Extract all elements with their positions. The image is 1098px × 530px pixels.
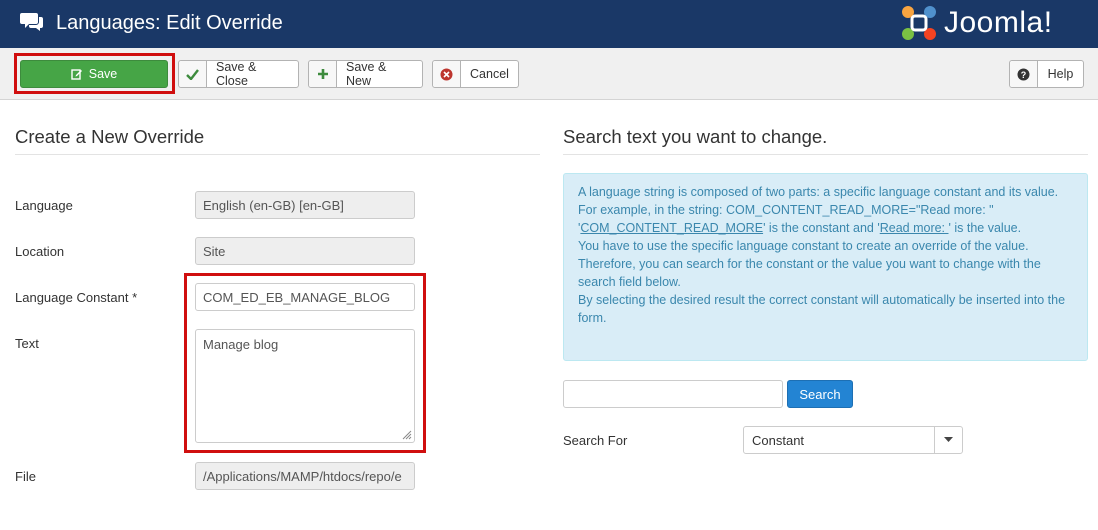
info-alert: A language string is composed of two par… [563, 173, 1088, 361]
cancel-icon [433, 61, 461, 87]
caret-down-icon[interactable] [934, 427, 962, 453]
file-label: File [15, 469, 36, 484]
form-heading-divider [15, 154, 540, 155]
search-for-label: Search For [563, 433, 628, 448]
text-textarea[interactable]: Manage blog [195, 329, 415, 443]
info-line-3: 'COM_CONTENT_READ_MORE' is the constant … [578, 221, 1022, 235]
joomla-logo: Joomla! [900, 3, 1053, 43]
info-line-4: You have to use the specific language co… [578, 239, 1029, 253]
save-close-button[interactable]: Save & Close [178, 60, 299, 88]
save-button[interactable]: Save [20, 60, 168, 88]
search-button[interactable]: Search [787, 380, 853, 408]
text-label: Text [15, 336, 39, 351]
save-close-label: Save & Close [216, 60, 257, 88]
help-button[interactable]: ? Help [1009, 60, 1084, 88]
save-new-label: Save & New [346, 60, 387, 88]
question-icon: ? [1010, 61, 1038, 87]
help-label: Help [1047, 67, 1074, 81]
info-value-example: Read more: [879, 221, 949, 235]
info-constant-example: COM_CONTENT_READ_MORE [580, 221, 764, 235]
save-new-button[interactable]: Save & New [308, 60, 423, 88]
header-bar: Languages: Edit Override Joomla! [0, 0, 1098, 48]
info-line-6: By selecting the desired result the corr… [578, 293, 1066, 325]
cancel-label: Cancel [470, 67, 509, 81]
joomla-logo-text: Joomla! [944, 6, 1053, 39]
toolbar: Save Save & Close Save & New Cancel ? He… [0, 48, 1098, 100]
cancel-button[interactable]: Cancel [432, 60, 519, 88]
location-label: Location [15, 244, 65, 259]
comments-icon [20, 13, 43, 31]
form-heading: Create a New Override [15, 126, 205, 147]
search-for-select[interactable]: Constant [743, 426, 963, 454]
info-line-1: A language string is composed of two par… [578, 185, 1059, 199]
edit-icon [71, 69, 82, 80]
search-heading-divider [563, 154, 1088, 155]
search-for-value: Constant [752, 432, 805, 448]
constant-input[interactable]: COM_ED_EB_MANAGE_BLOG [195, 283, 415, 311]
joomla-logo-icon [902, 6, 936, 40]
language-label: Language [15, 198, 73, 213]
constant-label: Language Constant * [15, 290, 138, 305]
search-input[interactable] [563, 380, 783, 408]
resize-grip-icon[interactable] [402, 430, 412, 440]
language-field: English (en-GB) [en-GB] [195, 191, 415, 219]
plus-icon [309, 61, 337, 87]
search-heading: Search text you want to change. [563, 126, 828, 147]
save-button-label: Save [88, 67, 118, 81]
text-value: Manage blog [203, 337, 279, 352]
page-title: Languages: Edit Override [56, 12, 283, 34]
location-field: Site [195, 237, 415, 265]
file-field: /Applications/MAMP/htdocs/repo/e [195, 462, 415, 490]
check-icon [179, 61, 207, 87]
info-line-5: Therefore, you can search for the consta… [578, 257, 1041, 289]
svg-text:?: ? [1021, 70, 1027, 80]
info-line-2: For example, in the string: COM_CONTENT_… [578, 203, 994, 217]
